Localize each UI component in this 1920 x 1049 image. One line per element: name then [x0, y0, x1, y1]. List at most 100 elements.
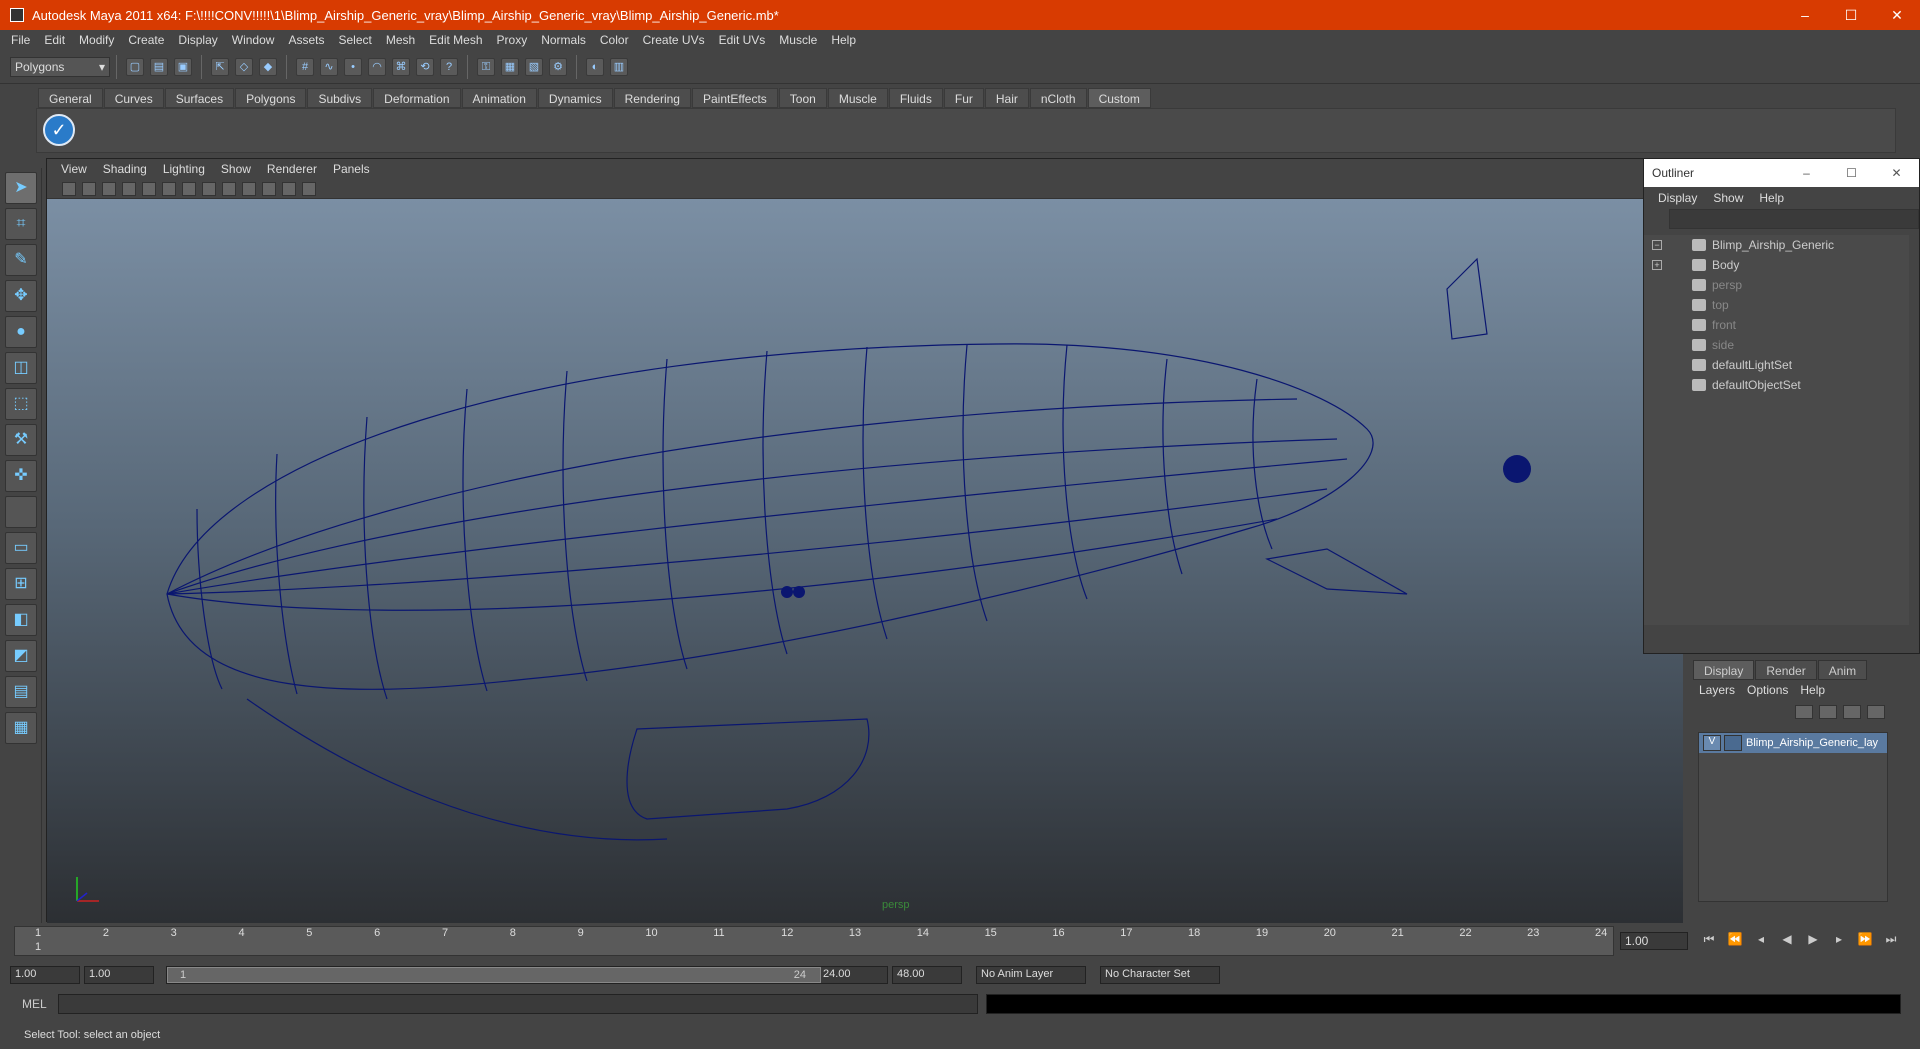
select-tool-icon[interactable]: ➤	[5, 172, 37, 204]
menu-assets[interactable]: Assets	[281, 33, 331, 47]
layout-graph-icon[interactable]: ◩	[5, 640, 37, 672]
shelf-tab-toon[interactable]: Toon	[778, 88, 827, 108]
shelf-tab-subdivs[interactable]: Subdivs	[307, 88, 373, 108]
current-frame-field[interactable]: 1.00	[1620, 932, 1688, 950]
step-back-key-icon[interactable]: ⏪	[1724, 932, 1746, 950]
shelf-tab-custom[interactable]: Custom	[1087, 88, 1151, 108]
select-component-icon[interactable]: ◆	[259, 57, 277, 76]
textured-icon[interactable]	[222, 181, 236, 196]
move-tool-icon[interactable]: ✥	[5, 280, 37, 312]
menu-display[interactable]: Display	[171, 33, 224, 47]
viewport-menu-renderer[interactable]: Renderer	[259, 162, 325, 176]
layout-two-icon[interactable]: ◧	[5, 604, 37, 636]
render-current-icon[interactable]: ▦	[501, 57, 519, 76]
shelf-tab-polygons[interactable]: Polygons	[235, 88, 307, 108]
make-live-icon[interactable]: ⌘	[392, 57, 410, 76]
menu-file[interactable]: File	[4, 33, 37, 47]
shelf-tab-rendering[interactable]: Rendering	[613, 88, 691, 108]
layer-menu-help[interactable]: Help	[1794, 683, 1831, 697]
outliner-filter-field[interactable]	[1669, 209, 1919, 229]
minimize-button[interactable]: –	[1782, 7, 1828, 24]
film-gate-icon[interactable]	[162, 181, 176, 196]
layer-visibility-toggle[interactable]: V	[1703, 735, 1721, 751]
lights-icon[interactable]	[242, 181, 256, 196]
layer-tab-display[interactable]: Display	[1693, 660, 1755, 680]
isolate-select-icon[interactable]	[282, 181, 296, 196]
outliner-item[interactable]: − Blimp_Airship_Generic	[1644, 235, 1909, 255]
outliner-menu-display[interactable]: Display	[1650, 191, 1705, 205]
camera-attributes-icon[interactable]	[82, 181, 96, 196]
anim-layer-selector[interactable]: No Anim Layer	[976, 966, 1086, 984]
shelf-tab-fur[interactable]: Fur	[943, 88, 984, 108]
check-shelf-icon[interactable]: ✓	[43, 114, 75, 146]
menu-edit-uvs[interactable]: Edit UVs	[712, 33, 773, 47]
menu-edit-mesh[interactable]: Edit Mesh	[422, 33, 489, 47]
layer-menu-layers[interactable]: Layers	[1693, 683, 1741, 697]
menu-window[interactable]: Window	[225, 33, 282, 47]
layout-four-icon[interactable]: ⊞	[5, 568, 37, 600]
outliner-minimize-button[interactable]: –	[1784, 166, 1829, 180]
viewport-scene[interactable]: persp	[47, 199, 1683, 923]
menu-help[interactable]: Help	[824, 33, 863, 47]
camera-select-icon[interactable]	[62, 181, 76, 196]
menu-proxy[interactable]: Proxy	[490, 33, 535, 47]
wireframe-icon[interactable]	[182, 181, 196, 196]
grid-icon[interactable]	[142, 181, 156, 196]
shelf-tab-muscle[interactable]: Muscle	[827, 88, 888, 108]
animation-end-field[interactable]: 48.00	[892, 966, 962, 984]
menu-modify[interactable]: Modify	[72, 33, 121, 47]
xray-icon[interactable]	[302, 181, 316, 196]
shelf-tab-general[interactable]: General	[38, 88, 103, 108]
outliner-item[interactable]: defaultObjectSet	[1644, 375, 1909, 395]
perspective-viewport[interactable]: View Shading Lighting Show Renderer Panels	[46, 158, 1683, 923]
outliner-maximize-button[interactable]: ☐	[1829, 166, 1874, 180]
outliner-item[interactable]: top	[1644, 295, 1909, 315]
outliner-item[interactable]: persp	[1644, 275, 1909, 295]
expand-toggle-icon[interactable]: +	[1652, 260, 1662, 270]
scale-tool-icon[interactable]: ◫	[5, 352, 37, 384]
outliner-menu-help[interactable]: Help	[1751, 191, 1792, 205]
step-back-frame-icon[interactable]: ◂	[1750, 932, 1772, 950]
paint-select-tool-icon[interactable]: ✎	[5, 244, 37, 276]
shelf-tab-ncloth[interactable]: nCloth	[1029, 88, 1087, 108]
menu-muscle[interactable]: Muscle	[772, 33, 824, 47]
new-layer-selected-icon[interactable]	[1867, 705, 1885, 719]
last-tool-icon[interactable]: ✜	[5, 460, 37, 492]
hypershade-icon[interactable]: ◐	[586, 57, 604, 76]
mel-label[interactable]: MEL	[22, 997, 58, 1011]
outliner-menu-show[interactable]: Show	[1705, 191, 1751, 205]
layer-move-up-icon[interactable]	[1795, 705, 1813, 719]
menu-mesh[interactable]: Mesh	[379, 33, 422, 47]
expand-toggle-icon[interactable]: −	[1652, 240, 1662, 250]
close-button[interactable]: ✕	[1874, 7, 1920, 24]
outliner-item[interactable]: side	[1644, 335, 1909, 355]
select-object-icon[interactable]: ◇	[235, 57, 253, 76]
outliner-item[interactable]: defaultLightSet	[1644, 355, 1909, 375]
outliner-titlebar[interactable]: Outliner – ☐ ✕	[1644, 159, 1919, 187]
animation-start-field[interactable]: 1.00	[10, 966, 80, 984]
step-forward-frame-icon[interactable]: ▸	[1828, 932, 1850, 950]
viewport-menu-show[interactable]: Show	[213, 162, 259, 176]
menu-select[interactable]: Select	[331, 33, 378, 47]
menu-create[interactable]: Create	[121, 33, 171, 47]
snap-surface-icon[interactable]: ◠	[368, 57, 386, 76]
smooth-shade-icon[interactable]	[202, 181, 216, 196]
layer-menu-options[interactable]: Options	[1741, 683, 1794, 697]
viewport-menu-lighting[interactable]: Lighting	[155, 162, 213, 176]
layer-tab-render[interactable]: Render	[1755, 660, 1817, 680]
film-icon[interactable]: ▥	[610, 57, 628, 76]
play-backward-icon[interactable]: ◀	[1776, 932, 1798, 950]
outliner-item[interactable]: + Body	[1644, 255, 1909, 275]
bookmark-icon[interactable]	[102, 181, 116, 196]
open-scene-icon[interactable]: ▤	[150, 57, 168, 76]
shelf-tab-fluids[interactable]: Fluids	[888, 88, 943, 108]
snap-grid-icon[interactable]: #	[296, 57, 314, 76]
shelf-tab-curves[interactable]: Curves	[103, 88, 164, 108]
layer-row[interactable]: V Blimp_Airship_Generic_lay	[1699, 733, 1887, 753]
shelf-tab-painteffects[interactable]: PaintEffects	[691, 88, 778, 108]
ipr-render-icon[interactable]: ▧	[525, 57, 543, 76]
mel-input[interactable]	[58, 994, 978, 1014]
history-icon[interactable]: ⟲	[416, 57, 434, 76]
snap-curve-icon[interactable]: ∿	[320, 57, 338, 76]
menu-edit[interactable]: Edit	[37, 33, 72, 47]
